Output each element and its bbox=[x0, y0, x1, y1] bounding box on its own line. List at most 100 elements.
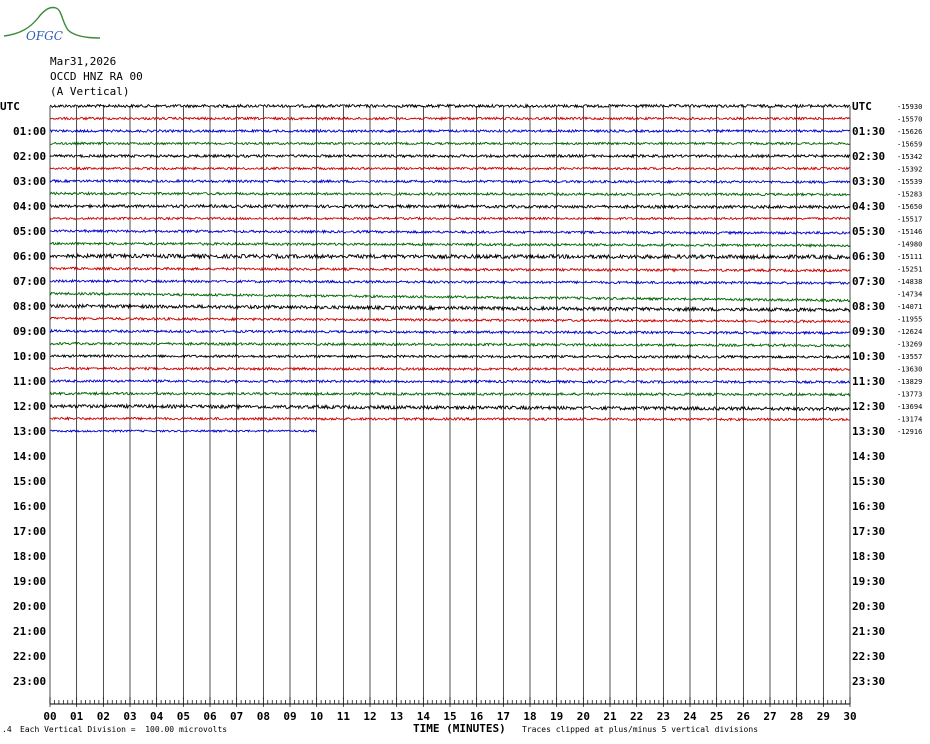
trace-offset-label: -15283 bbox=[897, 191, 922, 199]
right-hour-label: 05:30 bbox=[852, 225, 885, 238]
left-hour-label: 03:00 bbox=[13, 175, 46, 188]
x-tick-label: 00 bbox=[43, 710, 56, 723]
x-tick-label: 29 bbox=[817, 710, 830, 723]
right-hour-label: 22:30 bbox=[852, 650, 885, 663]
left-hour-label: 18:00 bbox=[13, 550, 46, 563]
x-tick-label: 26 bbox=[737, 710, 751, 723]
trace-offset-label: -13630 bbox=[897, 366, 922, 374]
clip-note: Traces clipped at plus/minus 5 vertical … bbox=[522, 725, 759, 734]
right-hour-label: 04:30 bbox=[852, 200, 885, 213]
trace-offset-label: -15146 bbox=[897, 228, 922, 236]
x-tick-label: 09 bbox=[283, 710, 296, 723]
trace-offset-label: -13557 bbox=[897, 353, 922, 361]
left-hour-label: 15:00 bbox=[13, 475, 46, 488]
right-hour-label: 21:30 bbox=[852, 625, 885, 638]
left-hour-label: UTC bbox=[0, 100, 20, 113]
trace-offset-label: -13773 bbox=[897, 391, 922, 399]
left-hour-label: 16:00 bbox=[13, 500, 46, 513]
x-tick-label: 12 bbox=[363, 710, 376, 723]
left-hour-label: 13:00 bbox=[13, 425, 46, 438]
x-tick-label: 01 bbox=[70, 710, 84, 723]
right-hour-label: 17:30 bbox=[852, 525, 885, 538]
trace-offset-label: -12624 bbox=[897, 328, 922, 336]
x-tick-label: 21 bbox=[603, 710, 617, 723]
right-hour-label: 18:30 bbox=[852, 550, 885, 563]
right-hour-label: 15:30 bbox=[852, 475, 885, 488]
x-tick-label: 19 bbox=[550, 710, 563, 723]
right-hour-label: 16:30 bbox=[852, 500, 885, 513]
trace-offset-label: -13174 bbox=[897, 416, 922, 424]
seismic-trace bbox=[49, 103, 851, 109]
right-hour-label: 06:30 bbox=[852, 250, 885, 263]
x-tick-label: 20 bbox=[577, 710, 590, 723]
trace-offset-label: -15251 bbox=[897, 266, 922, 274]
small-corner-mark: .4 bbox=[2, 725, 12, 734]
x-tick-label: 18 bbox=[523, 710, 536, 723]
left-hour-label: 17:00 bbox=[13, 525, 46, 538]
right-hour-label: 07:30 bbox=[852, 275, 885, 288]
x-tick-label: 22 bbox=[630, 710, 643, 723]
left-hour-label: 10:00 bbox=[13, 350, 46, 363]
left-hour-label: 22:00 bbox=[13, 650, 46, 663]
right-hour-label: 08:30 bbox=[852, 300, 885, 313]
left-hour-label: 07:00 bbox=[13, 275, 46, 288]
x-tick-label: 05 bbox=[177, 710, 190, 723]
x-tick-label: 27 bbox=[763, 710, 776, 723]
x-tick-label: 03 bbox=[123, 710, 136, 723]
scale-note: Each Vertical Division = 100.00 microvol… bbox=[20, 725, 228, 734]
x-axis-title: TIME (MINUTES) bbox=[413, 722, 506, 735]
left-hour-label: 12:00 bbox=[13, 400, 46, 413]
helicorder-plot: 00 01 02 03 04 05 06 07 08 09 10 11 12 13 14 15 16 17 18 19… bbox=[0, 100, 922, 723]
left-hour-label: 02:00 bbox=[13, 150, 46, 163]
trace-offset-label: -15111 bbox=[897, 253, 922, 261]
x-tick-label: 07 bbox=[230, 710, 243, 723]
trace-offset-label: -11955 bbox=[897, 316, 922, 324]
right-hour-label: 19:30 bbox=[852, 575, 885, 588]
x-tick-label: 08 bbox=[257, 710, 270, 723]
right-hour-label: 02:30 bbox=[852, 150, 885, 163]
left-hour-label: 11:00 bbox=[13, 375, 46, 388]
trace-offset-label: -14980 bbox=[897, 241, 922, 249]
x-tick-label: 23 bbox=[657, 710, 670, 723]
left-hour-label: 14:00 bbox=[13, 450, 46, 463]
x-tick-label: 24 bbox=[683, 710, 697, 723]
trace-offset-label: -15626 bbox=[897, 128, 922, 136]
trace-offset-label: -15517 bbox=[897, 216, 922, 224]
x-tick-label: 02 bbox=[97, 710, 110, 723]
x-tick-label: 28 bbox=[790, 710, 803, 723]
left-hour-label: 19:00 bbox=[13, 575, 46, 588]
right-hour-label: 20:30 bbox=[852, 600, 885, 613]
right-hour-label: 11:30 bbox=[852, 375, 885, 388]
left-hour-label: 01:00 bbox=[13, 125, 46, 138]
right-hour-label: 03:30 bbox=[852, 175, 885, 188]
x-tick-label: 30 bbox=[843, 710, 856, 723]
right-hour-label: 10:30 bbox=[852, 350, 885, 363]
trace-offset-label: -13694 bbox=[897, 403, 922, 411]
left-hour-label: 08:00 bbox=[13, 300, 46, 313]
right-hour-label: 13:30 bbox=[852, 425, 885, 438]
left-hour-label: 05:00 bbox=[13, 225, 46, 238]
trace-offset-label: -13269 bbox=[897, 341, 922, 349]
right-hour-label: 12:30 bbox=[852, 400, 885, 413]
x-tick-label: 10 bbox=[310, 710, 323, 723]
plot-grid bbox=[49, 106, 851, 707]
trace-offset-label: -14734 bbox=[897, 291, 922, 299]
x-tick-label: 13 bbox=[390, 710, 403, 723]
left-hour-label: 04:00 bbox=[13, 200, 46, 213]
left-hour-label: 06:00 bbox=[13, 250, 46, 263]
x-tick-label: 25 bbox=[710, 710, 723, 723]
trace-offset-label: -15650 bbox=[897, 203, 922, 211]
trace-offset-label: -15659 bbox=[897, 141, 922, 149]
right-hour-label: 23:30 bbox=[852, 675, 885, 688]
trace-offset-label: -14071 bbox=[897, 303, 922, 311]
trace-offset-label: -15539 bbox=[897, 178, 922, 186]
x-tick-label: 06 bbox=[203, 710, 217, 723]
trace-offset-label: -12916 bbox=[897, 428, 922, 436]
left-hour-label: 21:00 bbox=[13, 625, 46, 638]
trace-offset-label: -15392 bbox=[897, 166, 922, 174]
left-hour-label: 20:00 bbox=[13, 600, 46, 613]
right-hour-label: 09:30 bbox=[852, 325, 885, 338]
trace-offset-label: -15342 bbox=[897, 153, 922, 161]
right-hour-label: 01:30 bbox=[852, 125, 885, 138]
left-hour-label: 23:00 bbox=[13, 675, 46, 688]
